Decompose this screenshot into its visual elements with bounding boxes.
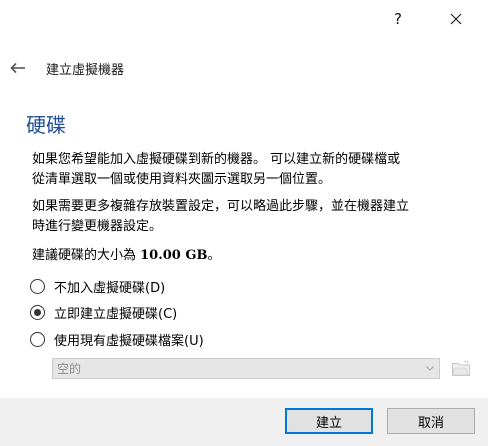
button-bar: 建立 取消 [0,398,488,446]
radio-button[interactable] [30,278,45,294]
wizard-header: 建立虛擬機器 [0,50,488,86]
description-paragraph-2: 如果需要更多複雜存放裝置設定，可以略過此步驟，並在機器建立 時進行變更機器設定。 [32,199,410,234]
description-paragraph-1: 如果您希望能加入虛擬硬碟到新的機器。 可以建立新的硬碟檔或 從清單選取一個或使用… [32,152,401,187]
close-icon [450,13,462,25]
recommended-size-prefix: 建議硬碟的大小為 [32,248,141,263]
wizard-title: 建立虛擬機器 [46,63,125,78]
browse-disk-button[interactable] [450,357,472,379]
recommended-size-text: 建議硬碟的大小為 10.00 GB。 [32,246,472,266]
disk-file-select[interactable]: 空的 [52,358,440,379]
back-button[interactable] [6,56,30,80]
chevron-down-icon [421,359,439,378]
create-button[interactable]: 建立 [285,408,373,434]
cancel-button[interactable]: 取消 [387,408,475,434]
close-button[interactable] [434,0,478,38]
page-title: 硬碟 [26,113,66,137]
option-label: 不加入虛擬硬碟(D) [54,280,166,296]
folder-icon [452,361,470,376]
disk-file-select-value: 空的 [57,362,82,376]
radio-button[interactable] [30,331,45,347]
recommended-size-value: 10.00 GB [140,248,208,263]
back-arrow-icon [10,62,25,74]
option-label: 使用現有虛擬硬碟檔案(U) [54,333,204,349]
title-bar: ? [0,0,488,38]
help-button[interactable]: ? [376,0,420,38]
option-label: 立即建立虛擬硬碟(C) [54,306,178,322]
option-no-disk[interactable]: 不加入虛擬硬碟(D) [30,276,165,296]
option-use-existing-disk[interactable]: 使用現有虛擬硬碟檔案(U) [30,329,204,349]
recommended-size-suffix: 。 [207,248,221,263]
radio-button[interactable] [30,304,45,320]
option-create-disk[interactable]: 立即建立虛擬硬碟(C) [30,302,177,322]
